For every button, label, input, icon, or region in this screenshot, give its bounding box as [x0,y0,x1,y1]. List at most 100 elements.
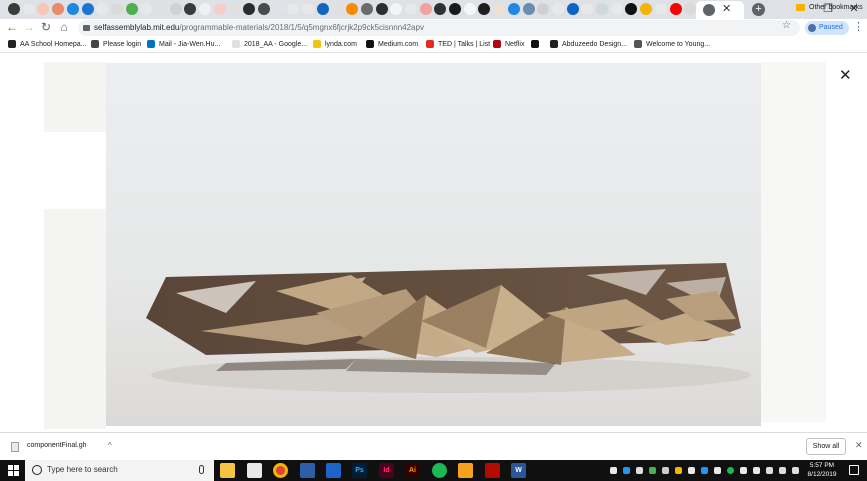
tab-favicon-icon[interactable] [155,3,167,15]
tray-app-icon[interactable] [740,467,747,474]
tray-app-icon[interactable] [649,467,656,474]
bookmark-star-icon[interactable]: ☆ [782,20,791,31]
tray-app-icon[interactable] [610,467,617,474]
volume-icon[interactable] [779,467,786,474]
tab-favicon-icon[interactable] [640,3,653,15]
tab-favicon-icon[interactable] [478,3,491,15]
tab-favicon-icon[interactable] [213,3,226,15]
new-tab-button[interactable]: + [752,3,765,16]
tab-favicon-icon[interactable] [125,3,138,15]
photoshop-icon[interactable]: Ps [352,463,367,478]
tab-favicon-icon[interactable] [257,3,270,15]
tab-favicon-icon[interactable] [199,3,212,15]
close-shelf-icon[interactable]: ✕ [855,440,863,451]
tab-favicon-icon[interactable] [449,3,461,15]
home-icon[interactable]: ⌂ [57,20,71,34]
bookmark-item[interactable]: Abduzeedo Design... [550,39,627,51]
tab-favicon-icon[interactable] [581,3,594,15]
tab-favicon-icon[interactable] [22,3,35,15]
illustrator-icon[interactable]: Ai [405,463,420,478]
other-bookmarks[interactable]: Other bookmarks [796,2,863,14]
photos-icon[interactable] [326,463,341,478]
tab-favicon-icon[interactable] [52,3,65,15]
bookmark-item[interactable]: TED | Talks | List [426,39,490,51]
tab-favicon-icon[interactable] [522,3,535,15]
download-filename[interactable]: componentFinal.gh [27,442,87,449]
active-tab[interactable]: ✕ [696,1,744,19]
tab-favicon-icon[interactable] [110,3,123,15]
bookmark-item[interactable]: lynda.com [313,39,357,51]
tab-favicon-icon[interactable] [625,3,638,15]
tab-favicon-icon[interactable] [96,3,109,15]
tab-favicon-icon[interactable] [287,3,300,15]
lightbox-close-icon[interactable]: ✕ [839,66,852,84]
bookmark-item[interactable]: Mail - Jia-Wen.Hu... [147,39,220,51]
tab-favicon-icon[interactable] [360,3,373,15]
tab-favicon-icon[interactable] [537,3,550,15]
indesign-icon[interactable]: Id [379,463,394,478]
network-icon[interactable] [766,467,773,474]
word-icon[interactable]: W [511,463,526,478]
bookmark-item[interactable]: Medium.com [366,39,418,51]
tab-favicon-icon[interactable] [243,3,256,15]
tray-app-icon[interactable] [662,467,669,474]
windows-start-icon[interactable] [8,465,19,476]
tab-favicon-icon[interactable] [302,3,314,15]
spotify-tray-icon[interactable] [727,467,734,474]
tab-favicon-icon[interactable] [419,3,432,15]
tray-app-icon[interactable] [623,467,630,474]
address-bar[interactable]: selfassemblylab.mit.edu/programmable-mat… [78,20,800,36]
bookmark-item[interactable]: Welcome to Young... [634,39,710,51]
tray-app-icon[interactable] [675,467,682,474]
tab-favicon-icon[interactable] [566,3,579,15]
tab-favicon-icon[interactable] [375,3,388,15]
bookmark-item[interactable]: Please login [91,39,141,51]
reload-icon[interactable]: ↻ [39,20,53,34]
tab-favicon-icon[interactable] [434,3,447,15]
tab-favicon-icon[interactable] [228,3,241,15]
tab-favicon-icon[interactable] [463,3,476,15]
profile-status-badge[interactable]: Paused [805,21,849,35]
taskbar-search[interactable]: Type here to search [25,460,214,481]
tab-favicon-icon[interactable] [404,3,417,15]
onedrive-icon[interactable] [636,467,643,474]
menu-icon[interactable]: ⋮ [853,20,864,33]
system-clock[interactable]: 5:57 PM 8/12/2019 [804,462,840,479]
tab-favicon-icon[interactable] [684,3,697,15]
tab-favicon-icon[interactable] [331,3,344,15]
mail-icon[interactable] [247,463,262,478]
rhino-icon[interactable] [300,463,315,478]
tab-favicon-icon[interactable] [346,3,359,15]
tab-favicon-icon[interactable] [316,3,329,15]
microphone-icon[interactable] [199,465,204,474]
chevron-up-icon[interactable]: ^ [108,441,112,450]
tab-favicon-icon[interactable] [610,3,623,15]
tray-app-icon[interactable] [688,467,695,474]
tab-favicon-icon[interactable] [596,3,608,15]
bookmark-item[interactable]: 2018_AA - Google... [232,39,307,51]
chrome-icon[interactable] [273,463,288,478]
tab-favicon-icon[interactable] [654,3,667,15]
tray-app-icon[interactable] [714,467,721,474]
grasshopper-icon[interactable] [458,463,473,478]
tab-favicon-icon[interactable] [507,3,520,15]
tab-favicon-icon[interactable] [493,3,506,15]
show-all-button[interactable]: Show all [806,438,846,455]
tab-close-icon[interactable]: ✕ [722,2,731,15]
back-icon[interactable]: ← [5,20,19,34]
tab-favicon-icon[interactable] [37,3,50,15]
tray-app-icon[interactable] [753,467,760,474]
bookmark-item[interactable] [531,39,543,51]
notifications-icon[interactable] [849,465,859,475]
tab-favicon-icon[interactable] [81,3,94,15]
tab-favicon-icon[interactable] [272,3,285,15]
forward-icon[interactable]: → [22,20,36,34]
tab-favicon-icon[interactable] [551,3,564,15]
tab-favicon-icon[interactable] [390,3,403,15]
tab-favicon-icon[interactable] [66,3,79,15]
spotify-icon[interactable] [432,463,447,478]
tab-favicon-icon[interactable] [140,3,153,15]
file-explorer-icon[interactable] [220,463,235,478]
tab-favicon-icon[interactable] [669,3,682,15]
acrobat-icon[interactable] [485,463,500,478]
